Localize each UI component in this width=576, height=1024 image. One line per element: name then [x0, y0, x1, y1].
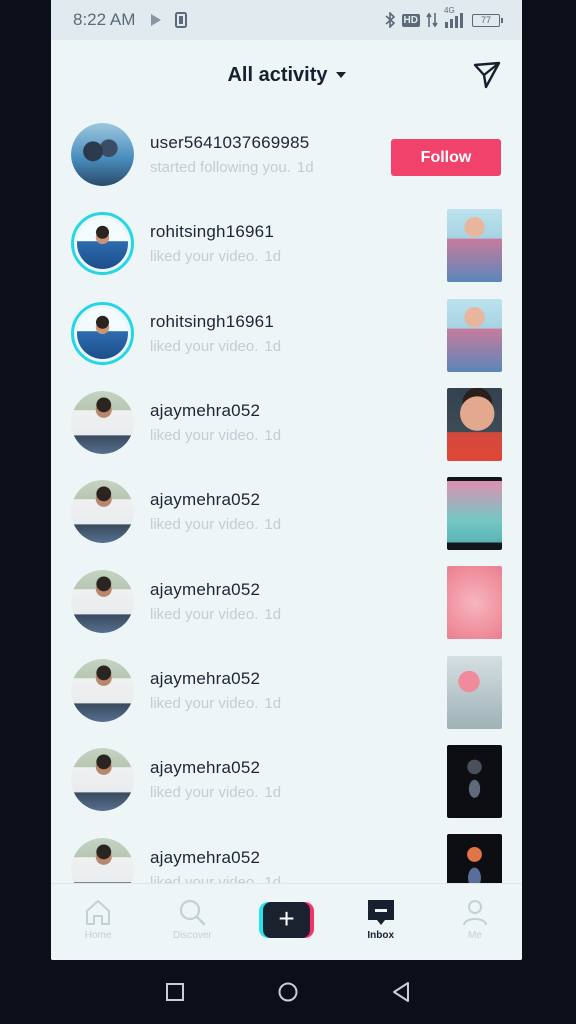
avatar[interactable] — [71, 391, 134, 455]
bluetooth-icon — [385, 12, 395, 28]
activity-age: 1d — [264, 873, 282, 883]
list-item[interactable]: ajaymehra052 liked your video. 1d — [51, 378, 522, 467]
phone-frame: 8:22 AM HD 4G 77 All activity user564103… — [0, 0, 576, 1024]
activity-list[interactable]: user5641037669985 started following you.… — [51, 110, 522, 883]
activity-filter-dropdown[interactable]: All activity — [227, 63, 346, 87]
activity-message: liked your video. — [150, 605, 259, 623]
nav-home-label: Home — [84, 930, 112, 941]
activity-message: liked your video. — [150, 516, 259, 534]
profile-icon — [462, 900, 487, 926]
hd-icon: HD — [401, 13, 420, 27]
activity-message: liked your video. — [150, 248, 259, 266]
inbox-header: All activity — [51, 40, 522, 110]
activity-age: 1d — [264, 248, 282, 266]
activity-age: 1d — [264, 605, 282, 623]
list-item[interactable]: user5641037669985 started following you.… — [51, 110, 522, 199]
avatar[interactable] — [71, 301, 134, 365]
list-item[interactable]: rohitsingh16961 liked your video. 1d — [51, 289, 522, 378]
video-thumbnail[interactable] — [447, 745, 502, 819]
nav-discover[interactable]: Discover — [145, 884, 239, 960]
activity-message: liked your video. — [150, 873, 259, 883]
list-item[interactable]: rohitsingh16961 liked your video. 1d — [51, 199, 522, 288]
list-item[interactable]: ajaymehra052 liked your video. 1d — [51, 556, 522, 645]
activity-message: liked your video. — [150, 784, 259, 802]
video-thumbnail[interactable] — [447, 834, 502, 883]
video-thumbnail[interactable] — [447, 387, 502, 461]
play-icon — [151, 14, 162, 26]
activity-message: liked your video. — [150, 427, 259, 445]
list-item[interactable]: ajaymehra052 liked your video. 1d — [51, 824, 522, 883]
avatar[interactable] — [71, 569, 134, 633]
nav-inbox[interactable]: Inbox — [334, 884, 428, 960]
nav-create[interactable]: + — [239, 884, 333, 960]
avatar[interactable] — [71, 123, 134, 187]
nav-inbox-label: Inbox — [367, 930, 395, 941]
inbox-icon — [367, 900, 394, 925]
home-circle-icon[interactable] — [277, 981, 299, 1003]
avatar[interactable] — [71, 212, 134, 276]
system-nav-bar — [0, 960, 576, 1024]
app-screen: 8:22 AM HD 4G 77 All activity user564103… — [51, 0, 522, 960]
page-title: All activity — [227, 63, 328, 86]
status-time: 8:22 AM — [73, 10, 136, 29]
video-thumbnail[interactable] — [447, 298, 502, 372]
search-icon — [180, 899, 206, 926]
list-item[interactable]: ajaymehra052 liked your video. 1d — [51, 467, 522, 556]
activity-age: 1d — [296, 159, 314, 177]
nav-discover-label: Discover — [172, 930, 212, 941]
activity-message: liked your video. — [150, 694, 259, 712]
recents-icon[interactable] — [165, 982, 185, 1002]
video-thumbnail[interactable] — [447, 209, 502, 283]
activity-age: 1d — [264, 516, 282, 534]
status-bar: 8:22 AM HD 4G 77 — [51, 0, 522, 40]
avatar[interactable] — [71, 748, 134, 812]
activity-message: liked your video. — [150, 337, 259, 355]
activity-age: 1d — [264, 337, 282, 355]
notification-icon — [175, 12, 188, 28]
plus-icon: + — [263, 902, 310, 938]
video-thumbnail[interactable] — [447, 566, 502, 640]
nav-me[interactable]: Me — [428, 884, 522, 960]
caret-down-icon — [335, 72, 346, 78]
back-icon[interactable] — [391, 981, 411, 1003]
activity-age: 1d — [264, 784, 282, 802]
direct-message-icon[interactable] — [472, 60, 502, 90]
video-thumbnail[interactable] — [447, 477, 502, 551]
data-arrows-icon — [426, 12, 438, 28]
nav-me-label: Me — [467, 930, 482, 941]
home-icon — [86, 900, 111, 925]
list-item[interactable]: ajaymehra052 liked your video. 1d — [51, 735, 522, 824]
network-type: 4G — [444, 6, 455, 15]
create-video-button[interactable]: + — [259, 902, 314, 938]
battery-icon: 77 — [472, 13, 503, 27]
follow-button[interactable]: Follow — [391, 139, 501, 176]
activity-message: started following you. — [150, 159, 291, 177]
avatar[interactable] — [71, 837, 134, 883]
avatar[interactable] — [71, 480, 134, 544]
nav-home[interactable]: Home — [51, 884, 145, 960]
video-thumbnail[interactable] — [447, 655, 502, 729]
bottom-nav: Home Discover + Inbox Me — [51, 883, 522, 960]
activity-age: 1d — [264, 427, 282, 445]
list-item[interactable]: ajaymehra052 liked your video. 1d — [51, 646, 522, 735]
activity-age: 1d — [264, 694, 282, 712]
avatar[interactable] — [71, 658, 134, 722]
